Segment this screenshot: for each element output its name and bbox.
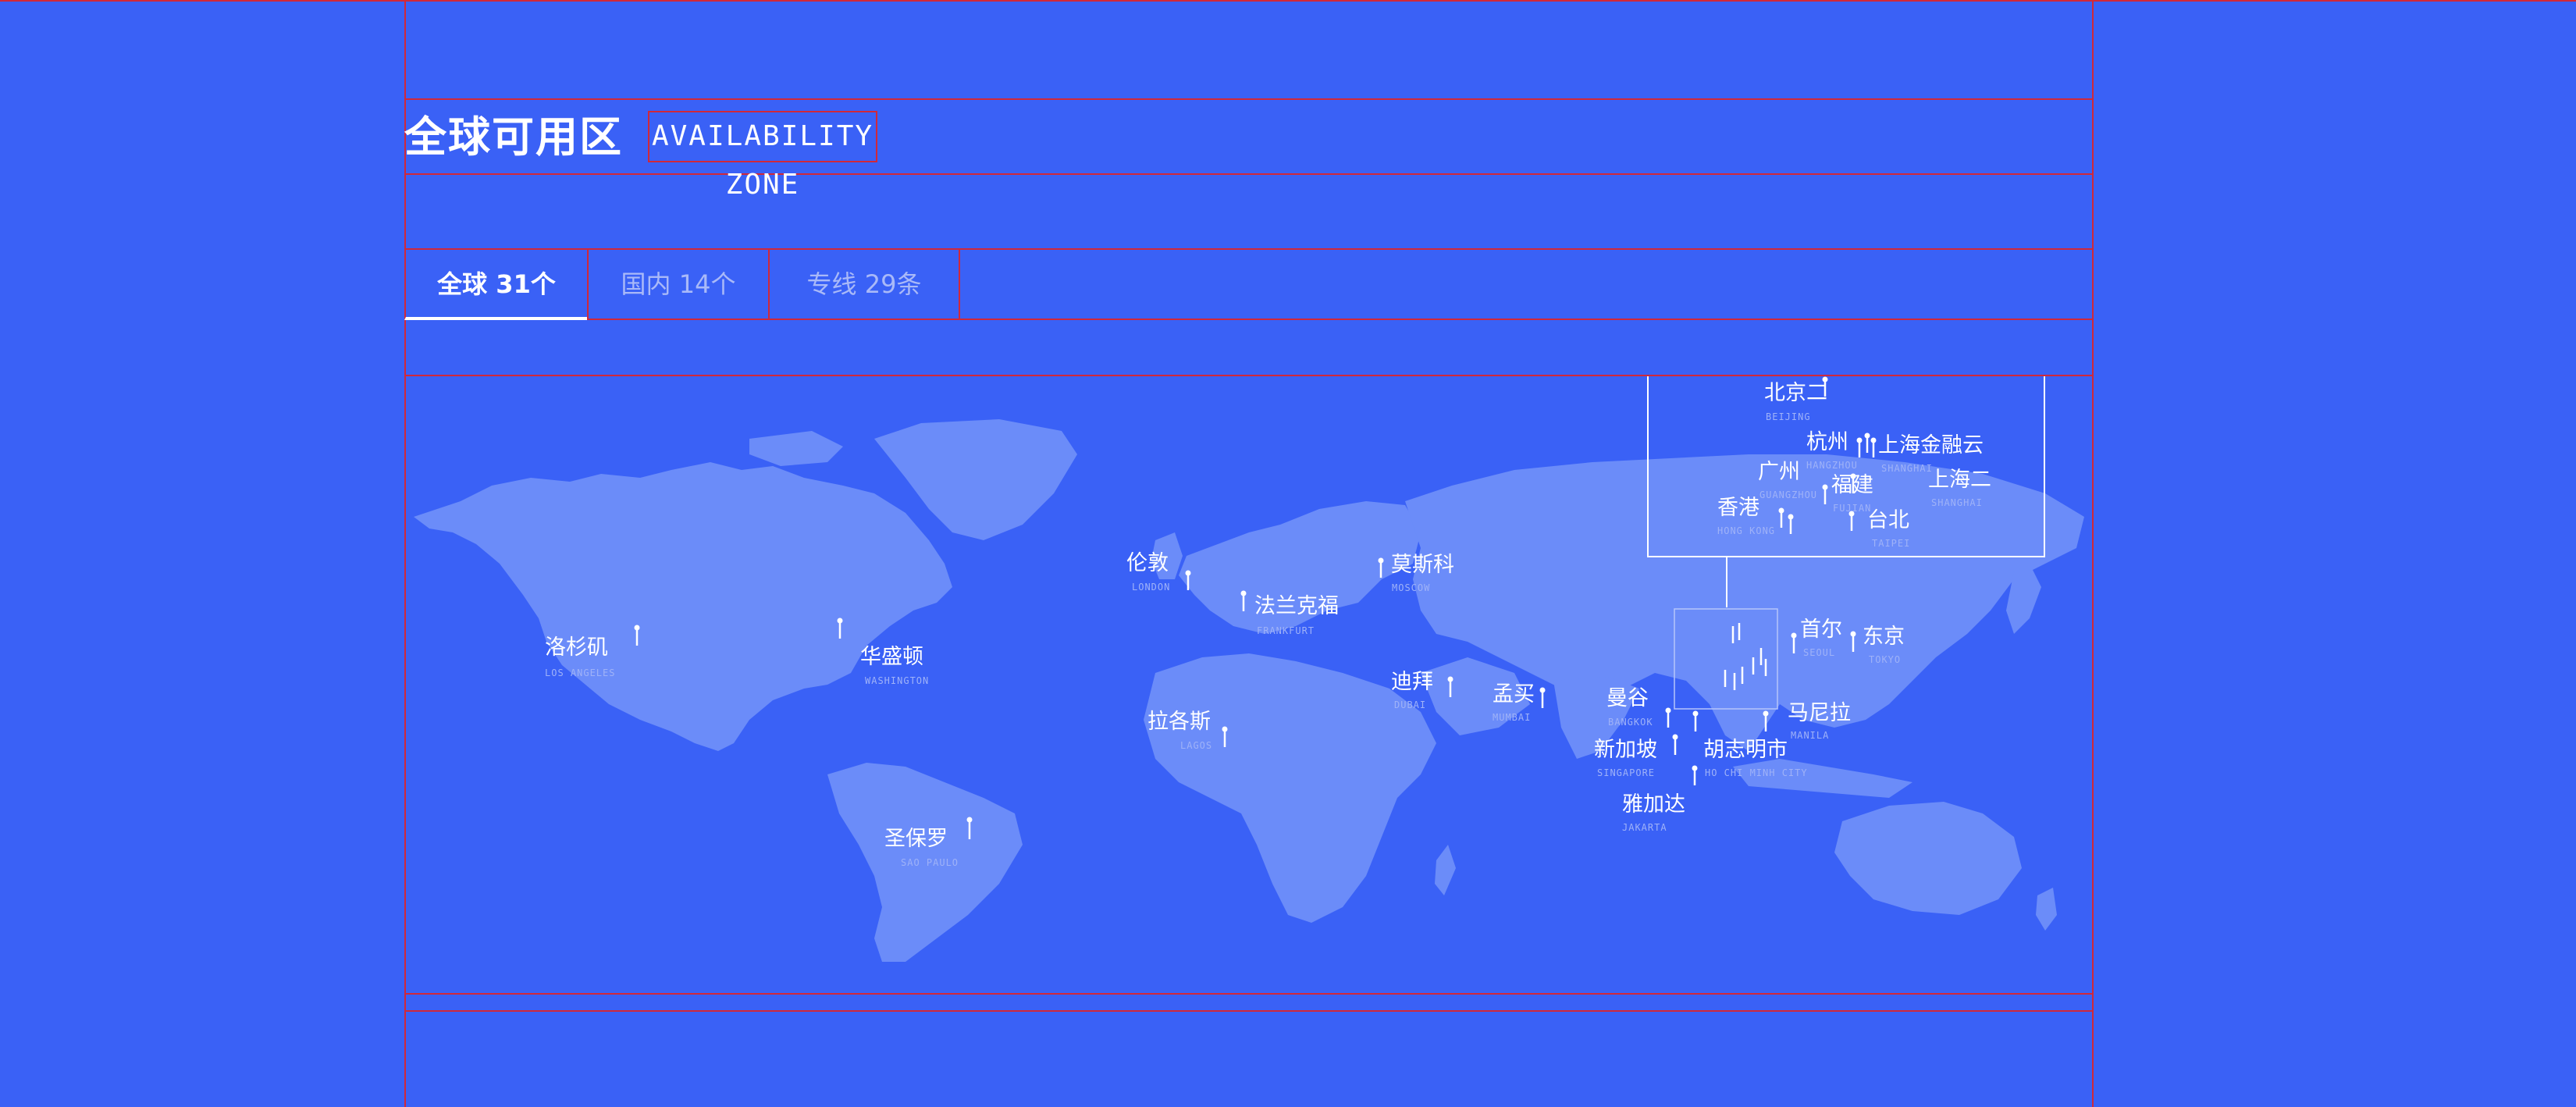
city-name: 东京 <box>1863 625 1905 649</box>
city-en-name: HANGZHOU <box>1806 460 1858 471</box>
map-pin-head <box>966 817 973 823</box>
australia <box>1834 802 2022 915</box>
tab-global[interactable]: 全球 31个 <box>404 248 589 320</box>
city-name: 洛杉矶 <box>545 635 608 660</box>
city-en-name: DUBAI <box>1394 699 1426 710</box>
southeast-asia-islands <box>1733 759 1912 798</box>
guide-line <box>404 173 2094 175</box>
guide-line <box>0 0 2576 2</box>
city-name: 广州 <box>1758 460 1800 484</box>
city-en-name: LONDON <box>1132 582 1170 593</box>
inset-city-hangzhou[interactable]: 杭州 HANGZHOU <box>1806 430 1863 471</box>
city-name: 华盛顿 <box>860 645 923 669</box>
page-subtitle: AVAILABILITY ZONE <box>648 111 877 201</box>
map-pin-head <box>1692 765 1698 771</box>
city-en-name: MOSCOW <box>1392 582 1430 593</box>
city-name: 上海金融云 <box>1878 433 1984 457</box>
city-name: 福建 <box>1831 473 1873 497</box>
city-name: 首尔 <box>1800 618 1842 642</box>
map-pin-head <box>1665 707 1671 714</box>
map-pin-head <box>1185 570 1191 576</box>
city-bangkok[interactable]: 曼谷 BANGKOK <box>1606 686 1671 728</box>
city-singapore[interactable]: 新加坡 SINGAPORE <box>1594 734 1678 779</box>
arctic-islands <box>749 431 843 466</box>
city-name: 拉各斯 <box>1147 710 1211 734</box>
city-en-name: LAGOS <box>1180 740 1212 751</box>
map-pin-head <box>1778 507 1784 514</box>
madagascar <box>1435 845 1456 895</box>
north-america <box>414 462 952 751</box>
city-en-name: JAKARTA <box>1622 822 1667 833</box>
map-pin-head <box>1222 726 1228 732</box>
city-name: 法兰克福 <box>1254 594 1339 618</box>
new-zealand <box>2036 888 2057 931</box>
city-name: 胡志明市 <box>1703 738 1788 762</box>
city-en-name: SHANGHAI <box>1881 463 1933 474</box>
city-en-name: GUANGZHOU <box>1759 489 1817 500</box>
inset-city-beijing[interactable]: 北京二 BEIJING <box>1764 376 1828 423</box>
city-en-name: SAO PAULO <box>901 857 959 868</box>
city-name: 伦敦 <box>1126 551 1169 575</box>
city-name: 北京二 <box>1764 381 1827 405</box>
guide-line <box>2092 0 2094 1107</box>
guide-line <box>404 993 2094 995</box>
guide-line <box>404 98 2094 100</box>
map-pin-head <box>1378 557 1384 564</box>
map-pin-head <box>1539 687 1546 693</box>
map-pin-head <box>1240 590 1247 596</box>
city-en-name: HO CHI MINH CITY <box>1705 767 1808 778</box>
tab-dedicated-line[interactable]: 专线 29条 <box>768 248 960 320</box>
city-en-name: WASHINGTON <box>865 675 929 686</box>
world-map: 洛杉矶 LOS ANGELES 华盛顿 WASHINGTON 圣保罗 SAO P… <box>414 376 2084 962</box>
map-pin-head <box>1692 710 1699 717</box>
zone-tabs: 全球 31个 国内 14个 专线 29条 <box>404 248 960 320</box>
city-name: 圣保罗 <box>884 827 948 851</box>
city-en-name: FRANKFURT <box>1257 625 1315 636</box>
city-name: 杭州 <box>1806 430 1848 454</box>
city-en-name: TAIPEI <box>1872 538 1910 549</box>
map-pin-head <box>634 625 640 631</box>
city-name: 曼谷 <box>1606 686 1649 710</box>
city-en-name: MANILA <box>1791 730 1829 741</box>
city-en-name: TOKYO <box>1869 654 1901 665</box>
city-en-name: HONG KONG <box>1717 525 1775 536</box>
map-pin-head <box>837 618 843 624</box>
map-pin-head <box>1763 710 1769 717</box>
map-pin-head <box>1788 514 1794 520</box>
tab-domestic[interactable]: 国内 14个 <box>587 248 770 320</box>
inset-city-shanghai-2[interactable]: 上海二 SHANGHAI <box>1928 468 1991 508</box>
city-en-name: SEOUL <box>1803 647 1835 658</box>
city-name: 雅加达 <box>1622 792 1685 817</box>
city-name: 台北 <box>1867 508 1909 532</box>
map-pin-head <box>1864 432 1870 439</box>
map-pin-head <box>1672 734 1678 740</box>
city-en-name: LOS ANGELES <box>545 667 615 678</box>
city-en-name: SHANGHAI <box>1931 497 1983 508</box>
map-pin-head <box>1447 676 1453 682</box>
city-en-name: MUMBAI <box>1493 712 1531 723</box>
city-name: 新加坡 <box>1594 738 1657 762</box>
city-name: 迪拜 <box>1391 670 1433 694</box>
map-pin-head <box>1870 437 1877 443</box>
guide-line <box>404 1010 2094 1012</box>
city-mumbai[interactable]: 孟买 MUMBAI <box>1493 682 1546 723</box>
map-pin-head <box>1848 511 1855 517</box>
land-masses <box>414 419 2084 962</box>
city-en-name: SINGAPORE <box>1597 767 1655 778</box>
city-name: 香港 <box>1717 496 1759 520</box>
city-en-name: BANGKOK <box>1608 717 1653 728</box>
map-pin-head <box>1791 632 1797 639</box>
city-name: 孟买 <box>1493 682 1535 707</box>
page-title: 全球可用区 <box>404 112 623 162</box>
map-pin-head <box>1850 631 1856 637</box>
city-name: 上海二 <box>1928 468 1991 492</box>
city-name: 莫斯科 <box>1391 553 1454 577</box>
city-en-name: BEIJING <box>1766 411 1811 422</box>
map-pin-head <box>1822 484 1828 490</box>
map-pin-head <box>1856 437 1863 443</box>
page: 全球可用区 AVAILABILITY ZONE 全球 31个 国内 14个 专线… <box>0 0 2576 1107</box>
city-name: 马尼拉 <box>1788 701 1851 725</box>
